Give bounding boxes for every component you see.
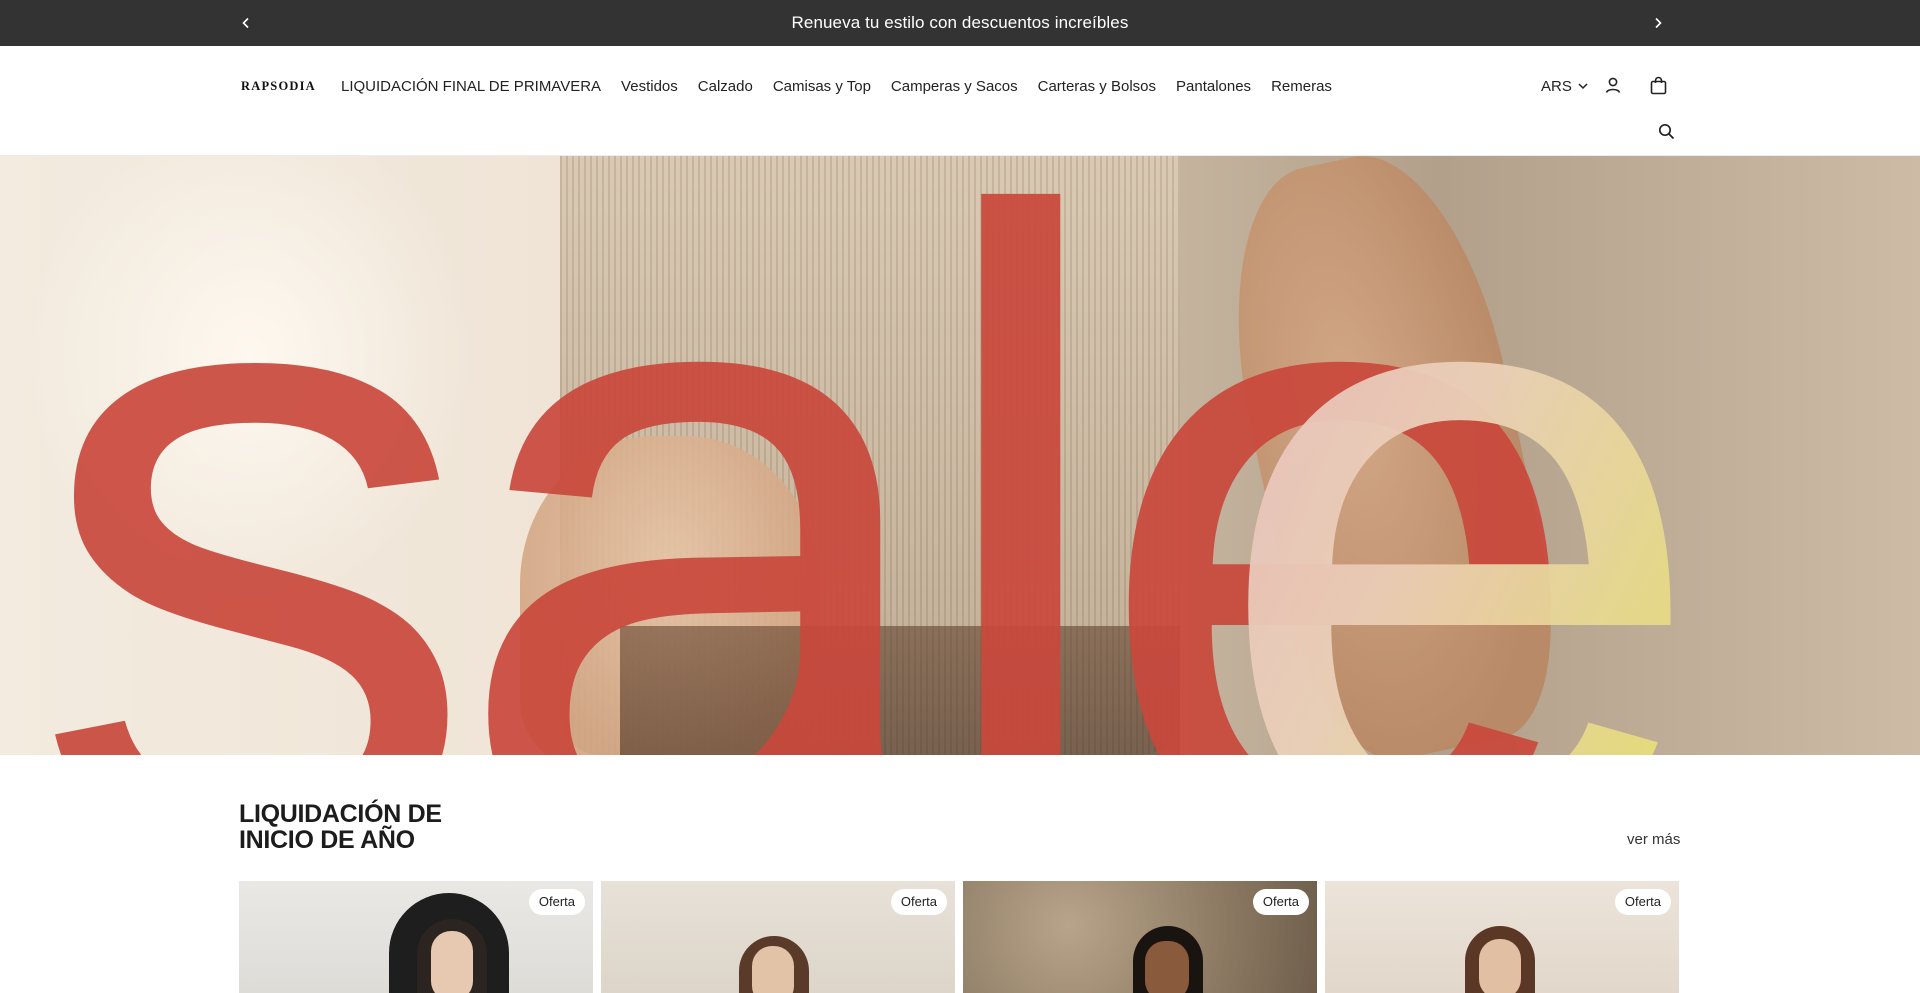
main-nav: LIQUIDACIÓN FINAL DE PRIMAVERA Vestidos … [341,74,1332,98]
hero-banner[interactable]: sale e [0,156,1920,755]
nav-item-liquidacion[interactable]: LIQUIDACIÓN FINAL DE PRIMAVERA [341,78,601,95]
offer-badge: Oferta [528,889,585,915]
announcement-next-button[interactable] [1646,11,1670,35]
nav-item-camperas[interactable]: Camperas y Sacos [891,78,1018,95]
nav-item-pantalones[interactable]: Pantalones [1176,78,1251,95]
currency-label: ARS [1541,77,1572,95]
nav-item-carteras[interactable]: Carteras y Bolsos [1038,78,1156,95]
offer-badge: Oferta [1614,889,1671,915]
nav-item-calzado[interactable]: Calzado [698,78,753,95]
product-grid: Oferta Oferta Oferta Oferta [239,881,1680,993]
currency-selector[interactable]: ARS [1541,78,1589,95]
announcement-bar: Renueva tu estilo con descuentos increíb… [0,0,1920,46]
section-title-line1: LIQUIDACIÓN DE [239,800,442,828]
site-header: RAPSODIA LIQUIDACIÓN FINAL DE PRIMAVERA … [0,46,1920,156]
account-button[interactable] [1601,73,1625,97]
nav-item-vestidos[interactable]: Vestidos [621,78,678,95]
header-tools: ARS [1541,74,1589,98]
search-icon [1658,123,1674,139]
search-button[interactable] [1654,119,1678,143]
nav-item-remeras[interactable]: Remeras [1271,78,1332,95]
product-card[interactable]: Oferta [963,881,1317,993]
announcement-text: Renueva tu estilo con descuentos increíb… [791,13,1129,32]
account-icon [1605,77,1621,93]
hero-sale-e: e [1210,156,1711,755]
hero-sale-lettering: sale e [30,156,1711,755]
see-more-link[interactable]: ver más [1627,831,1680,848]
section-title: LIQUIDACIÓN DE INICIO DE AÑO [239,801,499,853]
chevron-right-icon [1655,17,1662,29]
brand-logo[interactable]: RAPSODIA [241,74,316,98]
section-title-line2: INICIO DE AÑO [239,826,415,854]
offer-badge: Oferta [890,889,947,915]
offer-badge: Oferta [1252,889,1309,915]
cart-button[interactable] [1646,73,1670,97]
chevron-down-icon [1578,83,1588,90]
nav-item-camisas[interactable]: Camisas y Top [773,78,871,95]
cart-icon [1650,76,1666,94]
product-card[interactable]: Oferta [1325,881,1679,993]
product-card[interactable]: Oferta [601,881,955,993]
product-card[interactable]: Oferta [239,881,593,993]
